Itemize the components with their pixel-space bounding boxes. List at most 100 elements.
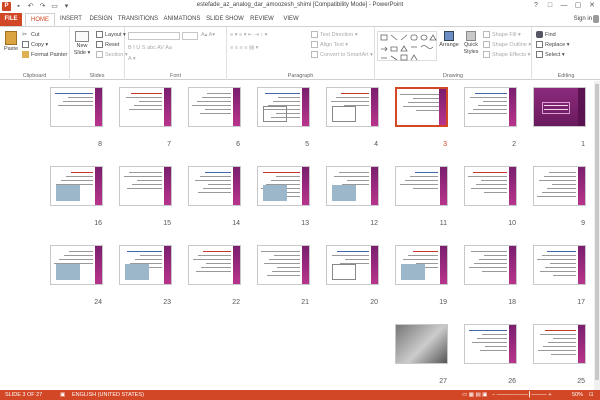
language-indicator[interactable]: ENGLISH (UNITED STATES) [72, 390, 144, 400]
layout-button[interactable]: Layout ▾ [96, 31, 126, 39]
minimize-icon[interactable]: — [558, 1, 570, 11]
slides-group: New Slide ▾ Layout ▾ Reset Section ▾ Sli… [70, 27, 128, 80]
slide-thumbnail[interactable] [395, 245, 448, 285]
slide-diagram [263, 106, 287, 122]
font-color-button[interactable]: A ▾ [128, 55, 136, 63]
align-text-button[interactable]: Align Text ▾ [311, 41, 348, 49]
slide-thumbnail[interactable] [533, 166, 586, 206]
tab-home[interactable]: HOME [25, 13, 55, 26]
slide-thumbnail[interactable] [395, 87, 448, 127]
slide-text-line [553, 338, 576, 339]
tab-slide-show[interactable]: SLIDE SHOW [205, 13, 245, 26]
convert-smartart-button[interactable]: Convert to SmartArt ▾ [311, 51, 373, 59]
font-grow-shrink[interactable]: A▴ A▾ [201, 31, 215, 39]
slide-text-line [201, 267, 231, 268]
slide-text-line [413, 98, 439, 99]
slide-thumbnail[interactable] [188, 87, 241, 127]
slide-thumbnail[interactable] [533, 245, 586, 285]
paste-button[interactable]: Paste [3, 31, 19, 53]
zoom-slider[interactable]: − ────────┃──── + [492, 390, 552, 400]
slide-text-line [273, 101, 300, 102]
slide-thumbnail[interactable] [464, 245, 517, 285]
slide-text-line [203, 188, 231, 189]
tab-transitions[interactable]: TRANSITIONS [117, 13, 159, 26]
slide-thumbnail[interactable] [188, 166, 241, 206]
avatar[interactable] [593, 15, 599, 23]
slide-thumbnail[interactable] [119, 87, 172, 127]
ribbon-display-icon[interactable]: □ [544, 1, 556, 11]
quick-styles-button[interactable]: Quick Styles [461, 31, 481, 56]
slide-text-line [337, 251, 369, 252]
vertical-scrollbar[interactable] [594, 81, 600, 390]
drawing-label: Drawing [442, 73, 464, 79]
slide-thumbnail[interactable] [50, 87, 103, 127]
slide-thumbnail[interactable] [257, 87, 310, 127]
reset-button[interactable]: Reset [96, 41, 119, 49]
slide-number: 27 [439, 378, 447, 385]
cut-button[interactable]: ✂ Cut [22, 31, 40, 39]
slide-thumbnail[interactable] [533, 324, 586, 364]
slide-thumbnail[interactable] [50, 245, 103, 285]
zoom-level[interactable]: 50% [572, 390, 583, 400]
font-style-buttons[interactable]: B I U S abc AV Aa [128, 44, 172, 52]
slide-text-line [481, 180, 507, 181]
paint-bucket-icon [483, 31, 490, 39]
sign-in-link[interactable]: Sign in [574, 16, 592, 22]
slide-text-line [484, 192, 507, 193]
slide-thumbnail[interactable] [326, 87, 379, 127]
tab-file[interactable]: FILE [0, 13, 22, 26]
slide-text-line [263, 172, 300, 173]
slide-thumbnail[interactable] [50, 166, 103, 206]
font-size-field[interactable] [182, 32, 198, 40]
slide-thumbnail[interactable] [188, 245, 241, 285]
font-name-field[interactable] [128, 32, 180, 40]
tab-design[interactable]: DESIGN [86, 13, 116, 26]
view-buttons[interactable]: ▭ ▦ ▤ ▣ [462, 390, 487, 400]
slide-text-line [197, 101, 231, 102]
slide-thumbnail[interactable] [533, 87, 586, 127]
tab-animations[interactable]: ANIMATIONS [161, 13, 203, 26]
fit-slide-icon[interactable]: ⊡ [589, 390, 594, 400]
arrange-button[interactable]: Arrange [439, 31, 459, 49]
slide-thumbnail[interactable] [326, 166, 379, 206]
slide-text-line [545, 330, 576, 331]
align-buttons[interactable]: ≡ ≡ ≡ ≡ ▤ ▾ [230, 44, 258, 52]
slide-thumbnail[interactable] [395, 166, 448, 206]
select-button[interactable]: Select ▾ [536, 51, 565, 59]
new-slide-button[interactable]: New Slide ▾ [72, 31, 92, 57]
replace-button[interactable]: Replace ▾ [536, 41, 569, 49]
shape-outline-button[interactable]: Shape Outline ▾ [483, 41, 531, 49]
find-button[interactable]: Find [536, 31, 556, 39]
quick-styles-icon [466, 31, 476, 41]
slide-thumbnail[interactable] [257, 245, 310, 285]
shape-effects-button[interactable]: Shape Effects ▾ [483, 51, 530, 59]
close-icon[interactable]: ✕ [586, 1, 598, 11]
slide-thumbnail[interactable] [464, 324, 517, 364]
slide-thumbnail[interactable] [395, 324, 448, 364]
slide-thumbnail[interactable] [326, 245, 379, 285]
shapes-gallery[interactable] [377, 31, 437, 61]
slide-thumbnail[interactable] [464, 166, 517, 206]
slide-text-line [485, 346, 507, 347]
tab-review[interactable]: REVIEW [247, 13, 277, 26]
slide-thumbnail[interactable] [119, 245, 172, 285]
slide-thumbnail[interactable] [119, 166, 172, 206]
slide-accent-band [371, 246, 378, 284]
list-buttons[interactable]: ≡ ▾ ≡ ▾ ⇤ ⇥ ↕ ▾ [230, 31, 267, 39]
slide-thumbnail[interactable] [257, 166, 310, 206]
help-icon[interactable]: ? [530, 1, 542, 11]
slide-accent-band [578, 167, 585, 205]
tab-view[interactable]: VIEW [279, 13, 303, 26]
scrollbar-thumb[interactable] [595, 84, 599, 380]
shape-fill-button[interactable]: Shape Fill ▾ [483, 31, 521, 39]
format-painter-button[interactable]: Format Painter [22, 51, 67, 59]
copy-button[interactable]: Copy ▾ [22, 41, 48, 49]
section-button[interactable]: Section ▾ [96, 51, 128, 59]
restore-icon[interactable]: ▢ [572, 1, 584, 11]
slide-number: 15 [163, 220, 171, 227]
slide-thumbnail[interactable] [464, 87, 517, 127]
spelling-icon[interactable]: ▣ [60, 390, 65, 400]
text-direction-button[interactable]: Text Direction ▾ [311, 31, 358, 39]
slide-number: 14 [232, 220, 240, 227]
tab-insert[interactable]: INSERT [57, 13, 85, 26]
